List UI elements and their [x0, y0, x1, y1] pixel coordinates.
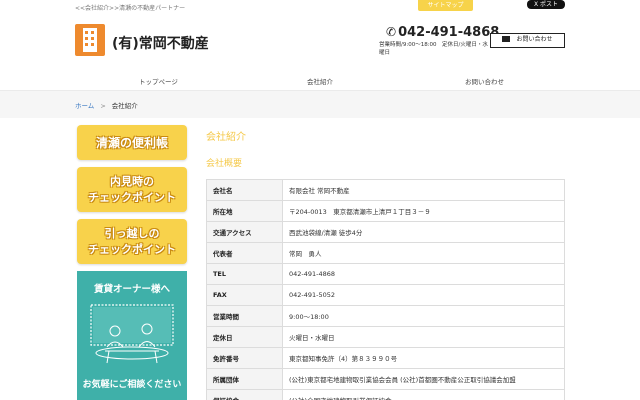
owner-banner[interactable]: 賃貸オーナー様へ お気軽にご相談ください	[77, 271, 187, 400]
row-label: 会社名	[206, 179, 283, 201]
row-label: 所属団体	[206, 368, 283, 390]
building-icon	[83, 28, 97, 52]
row-value: 〒204-0013 東京都清瀬市上清戸１丁目３－９	[282, 200, 565, 222]
phone-number[interactable]: ✆ 042-491-4868	[386, 25, 499, 40]
row-value: (公社)東京都宅地建物取引業協会会員 (公社)首都圏不動産公正取引協議会加盟	[282, 368, 565, 390]
row-value: 常岡 勇人	[282, 242, 565, 264]
row-label: 営業時間	[206, 305, 283, 327]
x-post-button[interactable]: X ポスト	[527, 0, 565, 9]
banner-viewing-line2: チェックポイント	[88, 190, 176, 204]
banner-moving-line1: 引っ越しの	[104, 226, 160, 240]
table-row: FAX 042-491-5052	[206, 284, 565, 306]
breadcrumb-current: 会社紹介	[111, 102, 138, 110]
breadcrumb: ホーム > 会社紹介	[75, 100, 138, 110]
row-value: 東京都知事免許（4）第８３９９０号	[282, 347, 565, 369]
table-row: 交通アクセス 西武池袋線/清瀬 徒歩4分	[206, 221, 565, 243]
row-label: 所在地	[206, 200, 283, 222]
table-row: 所属団体 (公社)東京都宅地建物取引業協会会員 (公社)首都圏不動産公正取引協議会…	[206, 368, 565, 390]
row-label: 免許番号	[206, 347, 283, 369]
company-info-table: 会社名 有限会社 常岡不動産 所在地 〒204-0013 東京都清瀬市上清戸１丁目３…	[206, 179, 565, 400]
consultation-illustration	[90, 304, 174, 364]
table-row: 定休日 火曜日・水曜日	[206, 326, 565, 348]
nav-item-company[interactable]: 会社紹介	[307, 76, 333, 86]
tagline: <<会社紹介>>清瀬の不動産パートナー	[75, 5, 186, 12]
global-nav: トップページ 会社紹介 お問い合わせ	[75, 70, 565, 90]
owner-banner-cta: お気軽にご相談ください	[82, 380, 182, 390]
banner-kiyose-guide[interactable]: 清瀬の便利帳	[77, 125, 187, 160]
nav-item-contact[interactable]: お問い合わせ	[465, 76, 504, 86]
inquiry-button[interactable]: お問い合わせ	[490, 33, 565, 48]
table-row: 代表者 常岡 勇人	[206, 242, 565, 264]
table-row: 会社名 有限会社 常岡不動産	[206, 179, 565, 201]
banner-viewing-line1: 内見時の	[110, 174, 154, 188]
table-row: TEL 042-491-4868	[206, 263, 565, 285]
table-row: 免許番号 東京都知事免許（4）第８３９９０号	[206, 347, 565, 369]
table-row: 保証協会(公社)全国宅地建物取引業保証協会	[206, 389, 565, 400]
breadcrumb-home[interactable]: ホーム	[75, 102, 94, 110]
owner-banner-title: 賃貸オーナー様へ	[93, 284, 170, 295]
business-hours: 営業時間/9:00～18:00 定休日/火曜日・水曜日	[379, 42, 488, 56]
row-value: 有限会社 常岡不動産	[282, 179, 565, 201]
page-title: 会社紹介	[206, 132, 246, 143]
logo-icon[interactable]	[75, 24, 105, 56]
row-label: FAX	[206, 284, 283, 306]
phone-icon: ✆	[386, 25, 397, 39]
row-label: 定休日	[206, 326, 283, 348]
row-value: 9:00～18:00	[282, 305, 565, 327]
banner-moving-checkpoints[interactable]: 引っ越しの チェックポイント	[77, 219, 187, 264]
nav-item-top[interactable]: トップページ	[139, 76, 178, 86]
banner-viewing-checkpoints[interactable]: 内見時の チェックポイント	[77, 167, 187, 212]
row-value: 火曜日・水曜日	[282, 326, 565, 348]
row-value: 042-491-5052	[282, 284, 565, 306]
breadcrumb-separator: >	[100, 102, 106, 110]
sitemap-button[interactable]: サイトマップ	[418, 0, 473, 11]
row-label: 保証協会	[206, 389, 283, 400]
section-subtitle: 会社概要	[206, 159, 243, 169]
row-value: 西武池袋線/清瀬 徒歩4分	[282, 221, 565, 243]
row-value: (公社)全国宅地建物取引業保証協会	[282, 389, 565, 400]
row-label: 交通アクセス	[206, 221, 283, 243]
row-value: 042-491-4868	[282, 263, 565, 285]
banner-kiyose-guide-label: 清瀬の便利帳	[95, 135, 168, 150]
table-row: 営業時間 9:00～18:00	[206, 305, 565, 327]
inquiry-label: お問い合わせ	[516, 36, 553, 43]
phone-text: 042-491-4868	[398, 25, 500, 40]
banner-moving-line2: チェックポイント	[88, 242, 176, 256]
table-row: 所在地 〒204-0013 東京都清瀬市上清戸１丁目３－９	[206, 200, 565, 222]
row-label: 代表者	[206, 242, 283, 264]
envelope-icon	[502, 36, 511, 42]
site-title[interactable]: (有)常岡不動産	[112, 33, 209, 53]
row-label: TEL	[206, 263, 283, 285]
